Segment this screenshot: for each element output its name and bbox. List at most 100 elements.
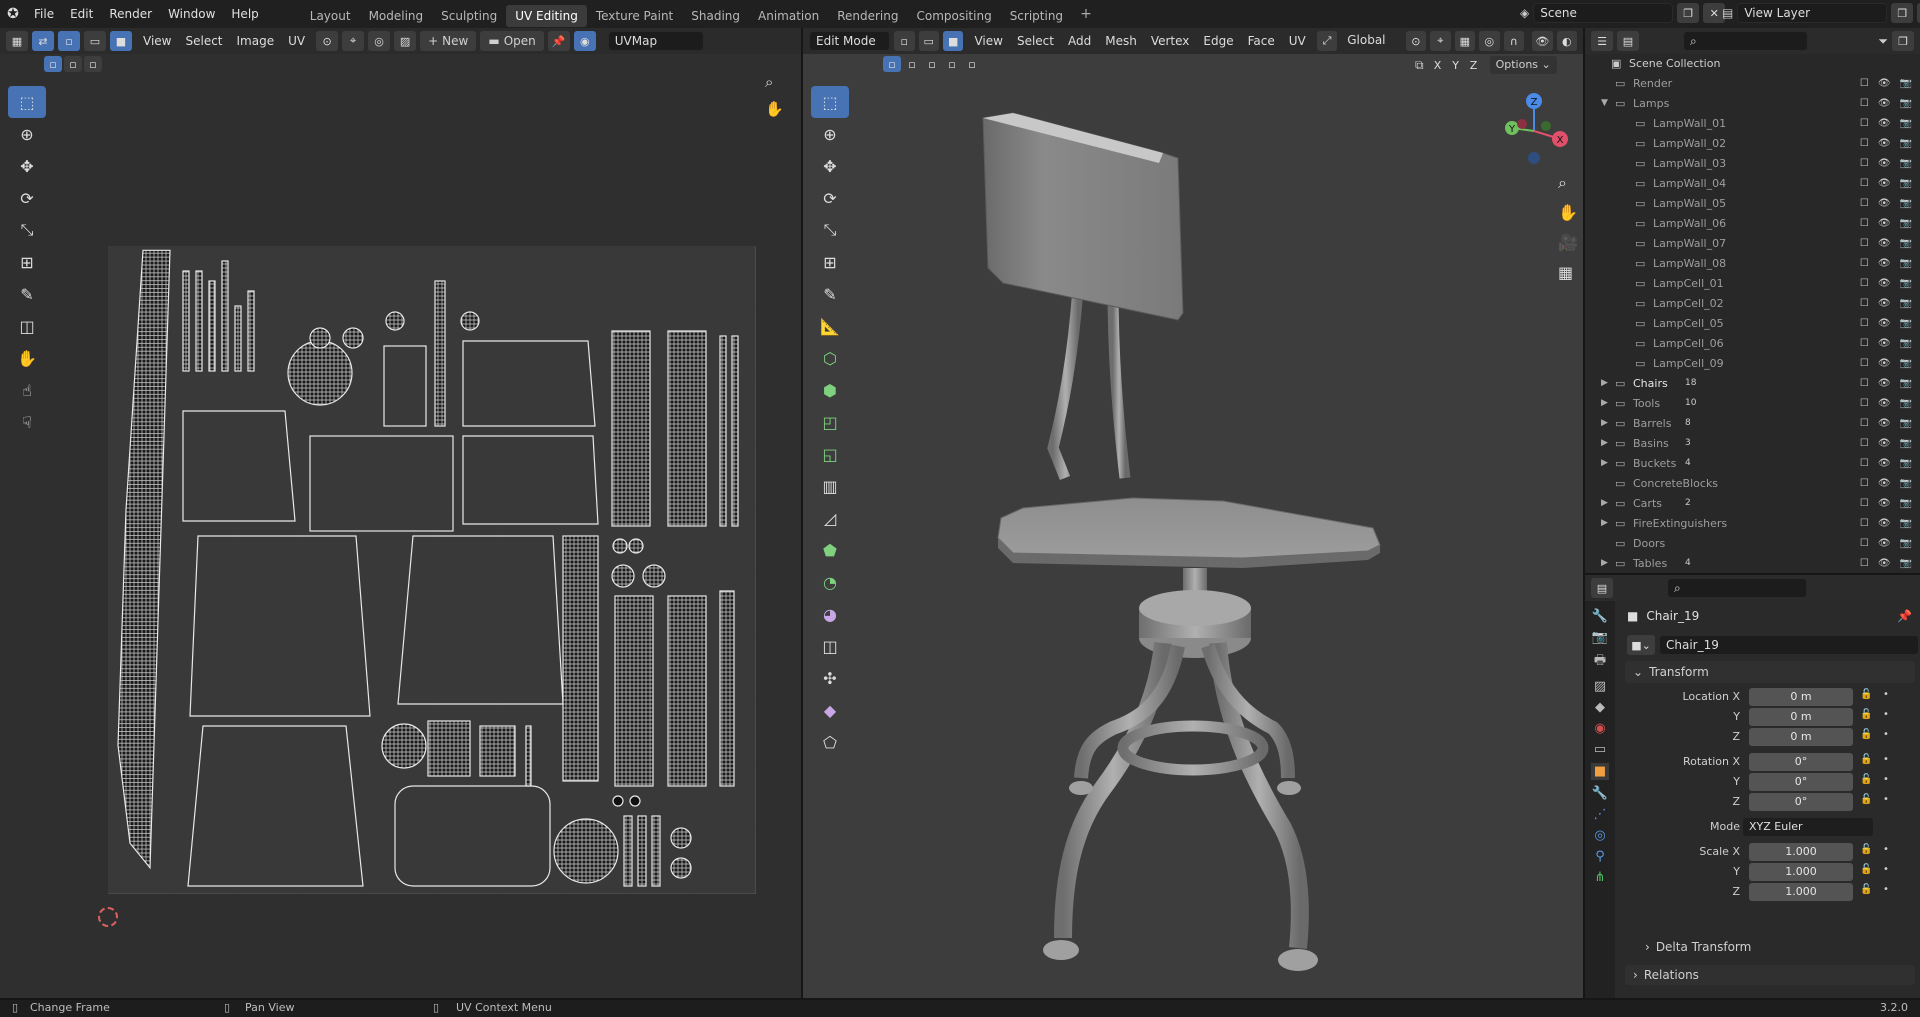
tab-rendering[interactable]: Rendering (828, 5, 907, 27)
outliner-row[interactable]: ▭ ConcreteBlocks ☐ 👁 📷 (1585, 473, 1920, 493)
checkbox-icon[interactable]: ☐ (1860, 178, 1869, 189)
select-box-mode-icon[interactable]: ▫ (44, 56, 62, 72)
shrink-tool-icon[interactable]: ✣ (811, 662, 849, 694)
camera-icon[interactable]: 📷 (1900, 138, 1912, 149)
outliner-row[interactable]: ▭ LampWall_04 ☐ 👁 📷 (1585, 173, 1920, 193)
annotate-tool-icon[interactable]: ✎ (8, 278, 46, 310)
keyframe-dot-icon[interactable]: • (1883, 884, 1889, 895)
rotation-y-field[interactable]: 0° (1749, 773, 1853, 791)
checkbox-icon[interactable]: ☐ (1860, 358, 1869, 369)
keyframe-dot-icon[interactable]: • (1883, 754, 1889, 765)
eye-icon[interactable]: 👁 (1878, 78, 1891, 89)
keyframe-dot-icon[interactable]: • (1883, 774, 1889, 785)
lock-icon[interactable]: 🔓 (1860, 844, 1872, 855)
axis-y-toggle[interactable]: Y (1447, 57, 1464, 73)
uv-sync-icon[interactable]: ⇄ (32, 31, 54, 51)
bevel-tool-icon[interactable]: ◱ (811, 438, 849, 470)
pinch-tool-icon[interactable]: ☟ (8, 406, 46, 438)
proportional-edit-icon[interactable]: ◎ (1479, 31, 1500, 51)
vp-cursor-tool-icon[interactable]: ⊕ (811, 118, 849, 150)
pin-icon[interactable]: 📌 (547, 31, 570, 51)
camera-icon[interactable]: 📷 (1900, 518, 1912, 529)
overlays-icon[interactable]: ◐ (1556, 31, 1578, 51)
loop-cut-tool-icon[interactable]: ▥ (811, 470, 849, 502)
outliner-row[interactable]: ▭ LampWall_05 ☐ 👁 📷 (1585, 193, 1920, 213)
scale-y-field[interactable]: 1.000 (1749, 863, 1853, 881)
face-select-icon[interactable]: ■ (943, 31, 964, 51)
lock-icon[interactable]: 🔓 (1860, 709, 1872, 720)
lock-icon[interactable]: 🔓 (1860, 729, 1872, 740)
uv-menu-uv[interactable]: UV (281, 34, 312, 48)
tab-uv-editing[interactable]: UV Editing (506, 4, 587, 27)
keyframe-dot-icon[interactable]: • (1883, 844, 1889, 855)
vp-select-intersect-icon[interactable]: ▫ (963, 56, 981, 72)
checkbox-icon[interactable]: ☐ (1860, 118, 1869, 129)
rip-tool-icon[interactable]: ◫ (8, 310, 46, 342)
camera-view-icon[interactable]: 🎥 (1558, 233, 1578, 252)
outliner-editor-type-icon[interactable]: ☰ (1591, 31, 1613, 51)
viewport-menu-edge[interactable]: Edge (1196, 34, 1240, 48)
add-workspace-button[interactable]: + (1072, 6, 1100, 22)
outliner-row[interactable]: ▼ ▭ Lamps ☐ 👁 📷 (1585, 93, 1920, 113)
measure-tool-icon[interactable]: 📐 (811, 310, 849, 342)
rip-region-tool-icon[interactable]: ⬠ (811, 726, 849, 758)
edge-select-icon[interactable]: ▭ (918, 31, 939, 51)
eye-icon[interactable]: 👁 (1878, 438, 1891, 449)
tab-texture-paint[interactable]: Texture Paint (587, 5, 682, 27)
tab-modeling[interactable]: Modeling (360, 5, 433, 27)
checkbox-icon[interactable]: ☐ (1860, 538, 1869, 549)
outliner-row[interactable]: ▶ ▭ Chairs 18 ☐ 👁 📷 (1585, 373, 1920, 393)
checkbox-icon[interactable]: ☐ (1860, 298, 1869, 309)
menu-render[interactable]: Render (101, 0, 160, 28)
zoom-icon[interactable]: ⌕ (765, 73, 773, 91)
view-layer-icon[interactable]: ▤ (1722, 6, 1733, 20)
move-tool-icon[interactable]: ✥ (8, 150, 46, 182)
eye-icon[interactable]: 👁 (1878, 558, 1891, 569)
viewport-menu-vertex[interactable]: Vertex (1144, 34, 1197, 48)
outliner-row[interactable]: ▭ LampCell_01 ☐ 👁 📷 (1585, 273, 1920, 293)
vp-select-subtract-icon[interactable]: ▫ (923, 56, 941, 72)
scene-copy-icon[interactable]: ❐ (1677, 3, 1700, 23)
camera-icon[interactable]: 📷 (1900, 218, 1912, 229)
eye-icon[interactable]: 👁 (1878, 478, 1891, 489)
checkbox-icon[interactable]: ☐ (1860, 138, 1869, 149)
eye-icon[interactable]: 👁 (1878, 398, 1891, 409)
new-image-button[interactable]: + New (420, 31, 477, 51)
keyframe-dot-icon[interactable]: • (1883, 864, 1889, 875)
checkbox-icon[interactable]: ☐ (1860, 458, 1869, 469)
checkbox-icon[interactable]: ☐ (1860, 258, 1869, 269)
checkbox-icon[interactable]: ☐ (1860, 78, 1869, 89)
menu-window[interactable]: Window (160, 0, 223, 28)
image-browse-icon[interactable]: ▨ (394, 31, 417, 51)
delta-transform-panel[interactable]: › Delta Transform (1625, 937, 1915, 957)
rotate-tool-icon[interactable]: ⟳ (8, 182, 46, 214)
outliner-row[interactable]: ▭ LampCell_05 ☐ 👁 📷 (1585, 313, 1920, 333)
keyframe-dot-icon[interactable]: • (1883, 729, 1889, 740)
scale-x-field[interactable]: 1.000 (1749, 843, 1853, 861)
poly-build-tool-icon[interactable]: ⬟ (811, 534, 849, 566)
proportional-icon[interactable]: ◎ (368, 31, 391, 51)
lock-icon[interactable]: 🔓 (1860, 689, 1872, 700)
uv-menu-select[interactable]: Select (178, 34, 229, 48)
display-mode-icon[interactable]: ▤ (1617, 31, 1639, 51)
snap-toggle-icon[interactable]: ⌖ (1430, 31, 1451, 51)
pin-properties-icon[interactable]: 📌 (1897, 609, 1912, 623)
chevron-right-icon[interactable]: ▶ (1601, 378, 1608, 388)
eye-icon[interactable]: 👁 (1878, 218, 1891, 229)
tab-compositing[interactable]: Compositing (907, 5, 1000, 27)
outliner-row[interactable]: ▭ LampWall_08 ☐ 👁 📷 (1585, 253, 1920, 273)
viewport-pan-icon[interactable]: ✋ (1558, 203, 1578, 222)
cursor-tool-icon[interactable]: ⊕ (8, 118, 46, 150)
object-browse-icon[interactable]: ■⌄ (1627, 635, 1655, 655)
blender-logo-icon[interactable]: ✪ (0, 0, 26, 28)
keyframe-dot-icon[interactable]: • (1883, 794, 1889, 805)
transform-tool-icon[interactable]: ⊞ (8, 246, 46, 278)
edge-slide-tool-icon[interactable]: ◫ (811, 630, 849, 662)
eye-icon[interactable]: 👁 (1878, 178, 1891, 189)
eye-icon[interactable]: 👁 (1878, 498, 1891, 509)
perspective-toggle-icon[interactable]: ▦ (1558, 263, 1573, 282)
eye-icon[interactable]: 👁 (1878, 118, 1891, 129)
vp-select-invert-icon[interactable]: ▫ (943, 56, 961, 72)
lock-icon[interactable]: 🔓 (1860, 864, 1872, 875)
vp-select-new-icon[interactable]: ▫ (883, 56, 901, 72)
